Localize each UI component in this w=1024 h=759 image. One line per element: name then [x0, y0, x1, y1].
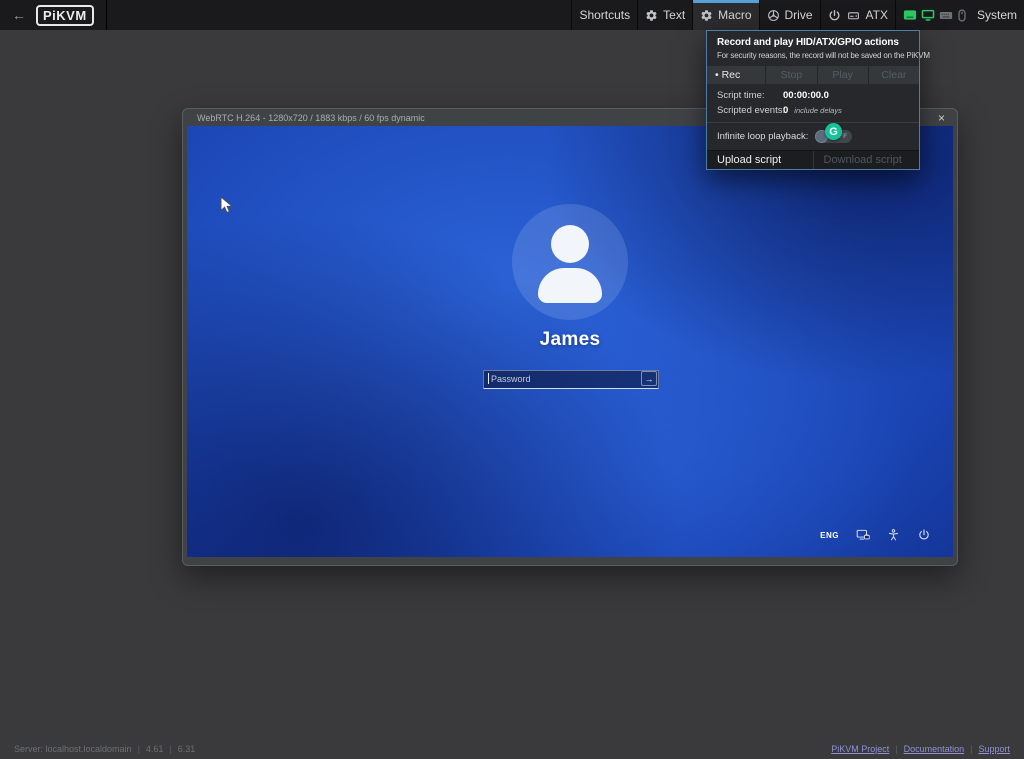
- menu-item-atx[interactable]: ATX: [820, 0, 895, 30]
- menu-label-atx: ATX: [866, 8, 888, 22]
- menu-item-macro[interactable]: Macro: [692, 0, 758, 30]
- stream-window-title: WebRTC H.264 - 1280x720 / 1883 kbps / 60…: [197, 113, 425, 123]
- scripted-events-label: Scripted events:: [717, 105, 783, 116]
- footer-separator: |: [169, 744, 171, 754]
- server-info: Server: localhost.localdomain: [14, 744, 132, 754]
- download-script-button[interactable]: Download script: [813, 151, 920, 169]
- menu-item-shortcuts[interactable]: Shortcuts: [571, 0, 637, 30]
- footer-separator: |: [895, 744, 897, 754]
- password-submit-button[interactable]: →: [641, 371, 657, 386]
- display-indicator-icon: [921, 9, 935, 21]
- mouse-indicator-icon: [957, 9, 967, 22]
- menu-label-macro: Macro: [718, 8, 751, 22]
- hid-keyboard-icon: [939, 10, 953, 21]
- version-primary: 4.61: [146, 744, 164, 754]
- keyboard-indicator-icon: [903, 9, 917, 21]
- pikvm-logo: PiKVM: [36, 5, 94, 26]
- play-button[interactable]: Play: [817, 66, 868, 84]
- scripted-events-note: include delays: [794, 106, 842, 115]
- gear-icon: [700, 9, 713, 22]
- password-input[interactable]: [483, 370, 659, 389]
- navbar-spacer: [107, 0, 572, 30]
- macro-dropdown-panel: Record and play HID/ATX/GPIO actions For…: [706, 30, 920, 170]
- link-documentation[interactable]: Documentation: [904, 744, 965, 754]
- scripted-events-value: 0: [783, 105, 788, 116]
- mouse-cursor-icon: [220, 196, 233, 220]
- navbar-left: ← PiKVM: [0, 0, 107, 30]
- version-secondary: 6.31: [178, 744, 196, 754]
- stream-window: WebRTC H.264 - 1280x720 / 1883 kbps / 60…: [182, 108, 958, 566]
- top-navbar: ← PiKVM Shortcuts Text Macro Drive: [0, 0, 1024, 30]
- upload-script-button[interactable]: Upload script: [707, 151, 813, 169]
- script-time-value: 00:00:00.0: [783, 90, 829, 101]
- rec-button[interactable]: • Rec: [707, 66, 765, 84]
- grammarly-icon[interactable]: G: [825, 123, 842, 140]
- drive-icon: [767, 9, 780, 22]
- language-indicator[interactable]: ENG: [820, 531, 839, 540]
- network-icon[interactable]: [856, 528, 870, 542]
- footer-separator: |: [138, 744, 140, 754]
- power-icon: [828, 9, 841, 22]
- script-time-label: Script time:: [717, 90, 783, 101]
- status-bar: Server: localhost.localdomain | 4.61 | 6…: [0, 738, 1024, 759]
- stop-button[interactable]: Stop: [765, 66, 816, 84]
- avatar-person-body: [538, 268, 602, 303]
- close-icon[interactable]: ×: [936, 112, 947, 124]
- macro-subtitle: For security reasons, the record will no…: [717, 51, 909, 60]
- text-caret: [488, 373, 489, 384]
- login-tray: ENG: [820, 528, 931, 542]
- menu-label-text: Text: [663, 8, 685, 22]
- link-pikvm-project[interactable]: PiKVM Project: [831, 744, 889, 754]
- footer-links: PiKVM Project | Documentation | Support: [831, 744, 1010, 754]
- macro-title: Record and play HID/ATX/GPIO actions: [717, 37, 909, 48]
- psu-box-icon: [846, 9, 861, 22]
- avatar: [512, 204, 628, 320]
- macro-button-row: • Rec Stop Play Clear: [707, 66, 919, 84]
- remote-screen-video[interactable]: James → ENG: [187, 126, 953, 557]
- menu-item-drive[interactable]: Drive: [759, 0, 820, 30]
- menu-label-drive: Drive: [785, 8, 813, 22]
- loop-playback-label: Infinite loop playback:: [717, 131, 808, 142]
- macro-info-section: Script time: 00:00:00.0 Scripted events:…: [707, 84, 919, 122]
- clear-button[interactable]: Clear: [868, 66, 919, 84]
- footer-separator: |: [970, 744, 972, 754]
- macro-dropdown-header: Record and play HID/ATX/GPIO actions For…: [707, 31, 919, 66]
- password-row: →: [483, 369, 659, 388]
- system-indicators: [903, 9, 967, 22]
- menu-item-system[interactable]: System: [895, 0, 1024, 30]
- accessibility-icon[interactable]: [887, 528, 900, 542]
- menu-label-shortcuts: Shortcuts: [579, 8, 630, 22]
- back-arrow-icon[interactable]: ←: [12, 7, 26, 23]
- avatar-person-icon: [551, 225, 589, 263]
- menu-item-text[interactable]: Text: [637, 0, 692, 30]
- link-support[interactable]: Support: [978, 744, 1010, 754]
- login-username: James: [187, 329, 953, 351]
- menu-label-system: System: [977, 8, 1017, 22]
- power-icon[interactable]: [917, 528, 931, 542]
- gear-icon: [645, 9, 658, 22]
- navbar-menu: Shortcuts Text Macro Drive: [571, 0, 1024, 30]
- loop-playback-row: Infinite loop playback: OFF: [707, 123, 919, 150]
- macro-dropdown-footer: Upload script Download script: [707, 150, 919, 169]
